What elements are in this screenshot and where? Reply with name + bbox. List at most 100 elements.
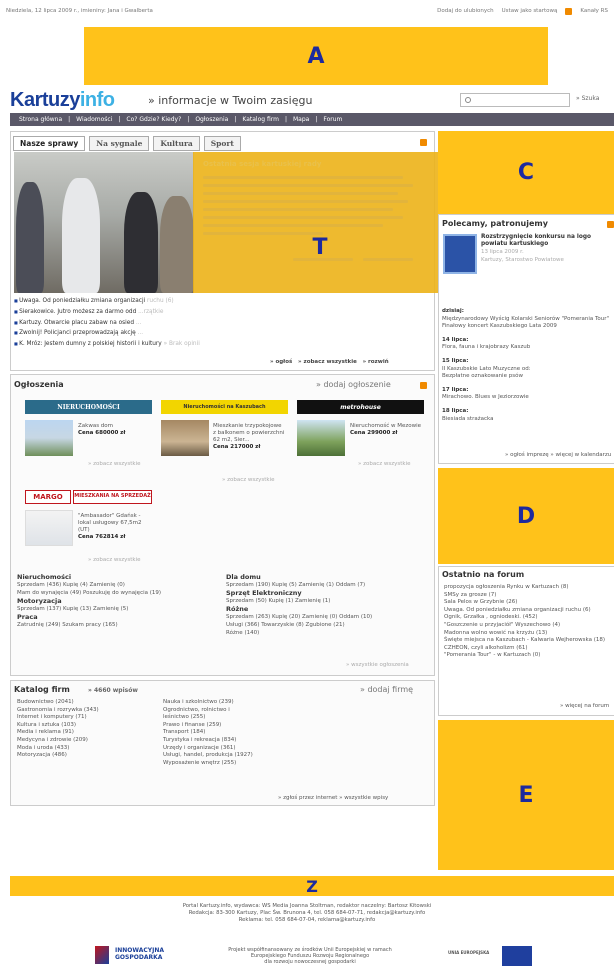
news-rss-icon[interactable] bbox=[420, 139, 427, 146]
list-item[interactable]: Sierakowice. Jutro możesz za darmo odd .… bbox=[14, 307, 200, 318]
banner-metrohouse[interactable]: metrohouse bbox=[297, 400, 424, 414]
category-line[interactable]: Sprzedam (50) Kupię (1) Zamienię (1) bbox=[226, 597, 431, 605]
tab-nasze-sprawy[interactable]: Nasze sprawy bbox=[13, 136, 86, 151]
banner-margo[interactable]: MARGO bbox=[25, 490, 71, 504]
category-heading[interactable]: Motoryzacja bbox=[17, 597, 217, 605]
ogloszenia-rss-icon[interactable] bbox=[420, 382, 427, 389]
ad-item[interactable]: "Ambasador" Gdańsk - lokal usługowy 67,5… bbox=[78, 513, 150, 541]
search-input[interactable] bbox=[460, 93, 570, 107]
category-heading[interactable]: Nieruchomości bbox=[17, 573, 217, 581]
polecamy-featured[interactable]: Rozstrzygnięcie konkursu na logo powiatu… bbox=[481, 234, 613, 264]
forum-item[interactable]: Uwaga. Od poniedziałku zmiana organizacj… bbox=[444, 607, 612, 615]
tab-sport[interactable]: Sport bbox=[203, 136, 241, 151]
ad-see-all[interactable]: » zobacz wszystkie bbox=[88, 557, 141, 564]
ad-placeholder-z[interactable]: Z bbox=[10, 876, 614, 896]
ad-see-all[interactable]: » zobacz wszystkie bbox=[88, 461, 141, 468]
add-favorites-link[interactable]: Dodaj do ulubionych bbox=[437, 8, 493, 14]
catalog-item[interactable]: Transport (184) bbox=[163, 729, 253, 737]
category-line[interactable]: Sprzedam (190) Kupię (5) Zamienię (1) Od… bbox=[226, 581, 431, 589]
forum-item[interactable]: Ognik, Grzałka , ogniodeski. (452) bbox=[444, 614, 612, 622]
catalog-item[interactable]: Medycyna i zdrowie (209) bbox=[17, 737, 99, 745]
catalog-item[interactable]: Internet i komputery (71) bbox=[17, 714, 99, 722]
see-all-link[interactable]: » zobacz wszystkie bbox=[298, 359, 357, 365]
nav-catalog[interactable]: Katalog firm bbox=[239, 116, 282, 123]
ad-thumbnail[interactable] bbox=[25, 510, 73, 546]
list-item[interactable]: Uwaga. Od poniedziałku zmiana organizacj… bbox=[14, 296, 200, 307]
add-ad-link[interactable]: » dodaj ogłoszenie bbox=[316, 380, 391, 389]
catalog-item[interactable]: Gastronomia i rozrywka (343) bbox=[17, 707, 99, 715]
list-item[interactable]: Zwolnij! Policjanci przeprowadzają akcję… bbox=[14, 328, 200, 339]
rss-link[interactable]: Kanały RS bbox=[580, 8, 608, 14]
polecamy-rss-icon[interactable] bbox=[607, 221, 614, 228]
catalog-item[interactable]: Motoryzacja (486) bbox=[17, 752, 99, 760]
event-item[interactable]: Bezpłatne oznakowanie psów bbox=[442, 373, 612, 381]
tab-na-sygnale[interactable]: Na sygnale bbox=[89, 136, 150, 151]
forum-item[interactable]: propozycja ogłoszenia Rynku w Kartuzach … bbox=[444, 584, 612, 592]
catalog-item[interactable]: Urzędy i organizacje (361) bbox=[163, 745, 253, 753]
category-heading[interactable]: Sprzęt Elektroniczny bbox=[226, 589, 431, 597]
catalog-item[interactable]: Nauka i szkolnictwo (239) bbox=[163, 699, 253, 707]
polecamy-links[interactable]: » ogłoś imprezę » więcej w kalendarzu bbox=[505, 452, 611, 460]
catalog-item[interactable]: Kultura i sztuka (103) bbox=[17, 722, 99, 730]
catalog-item[interactable]: Budownictwo (2041) bbox=[17, 699, 99, 707]
ad-placeholder-c[interactable]: C bbox=[438, 131, 614, 214]
forum-item[interactable]: CZHEON, czyli alkoholizm (61) bbox=[444, 645, 612, 653]
ad-placeholder-e[interactable]: E bbox=[438, 720, 614, 870]
rss-icon[interactable] bbox=[565, 7, 573, 15]
category-line[interactable]: Różne (140) bbox=[226, 629, 431, 637]
catalog-item[interactable]: leśnictwo (255) bbox=[163, 714, 253, 722]
category-line[interactable]: Sprzedam (436) Kupię (4) Zamienię (0) bbox=[17, 581, 217, 589]
category-line[interactable]: Sprzedam (137) Kupię (13) Zamienię (5) bbox=[17, 605, 217, 613]
ad-thumbnail[interactable] bbox=[25, 420, 73, 456]
list-item[interactable]: Kartuzy. Otwarcie placu zabaw na osied .… bbox=[14, 318, 200, 329]
ad-placeholder-d[interactable]: D bbox=[438, 468, 614, 564]
nav-forum[interactable]: Forum bbox=[320, 116, 345, 123]
ad-see-all[interactable]: » zobacz wszystkie bbox=[358, 461, 411, 468]
category-line[interactable]: Sprzedam (263) Kupię (20) Zamienię (0) O… bbox=[226, 613, 431, 621]
all-ads-link[interactable]: » wszystkie ogłoszenia bbox=[346, 662, 409, 669]
catalog-item[interactable]: Prawo i finanse (259) bbox=[163, 722, 253, 730]
category-line[interactable]: Usługi (366) Towarzyskie (8) Zgubione (2… bbox=[226, 621, 431, 629]
add-company-link[interactable]: » dodaj firmę bbox=[360, 685, 413, 694]
banner-mieszkania[interactable]: MIESZKANIA NA SPRZEDAŻ bbox=[73, 490, 152, 504]
tab-kultura[interactable]: Kultura bbox=[153, 136, 200, 151]
event-item[interactable]: Międzynarodowy Wyścig Kolarski Seniorów … bbox=[442, 316, 612, 324]
nav-home[interactable]: Strona główna bbox=[16, 116, 65, 123]
event-item[interactable]: Mirachowo. Blues w Jeziorzowie bbox=[442, 394, 612, 402]
ad-placeholder-t[interactable]: T bbox=[305, 232, 335, 262]
category-line[interactable]: Mam do wynajęcia (49) Poszukuję do wynaj… bbox=[17, 589, 217, 597]
news-photo[interactable] bbox=[14, 152, 194, 293]
banner-nieruchomosci[interactable]: NIERUCHOMOŚCI bbox=[25, 400, 152, 414]
forum-more-link[interactable]: » więcej na forum bbox=[560, 703, 609, 711]
forum-item[interactable]: Święte miejsca na Kaszubach - Kalwaria W… bbox=[444, 637, 612, 645]
catalog-item[interactable]: Media i reklama (91) bbox=[17, 729, 99, 737]
nav-map[interactable]: Mapa bbox=[290, 116, 312, 123]
site-logo[interactable]: Kartuzyinfo bbox=[10, 89, 115, 112]
category-heading[interactable]: Różne bbox=[226, 605, 431, 613]
forum-item[interactable]: Sala Pelos w Grzybnie (26) bbox=[444, 599, 612, 607]
katalog-links[interactable]: » zgłoś przez internet » wszystkie wpisy bbox=[278, 795, 388, 803]
catalog-item[interactable]: Usługi, handel, produkcja (1927) bbox=[163, 752, 253, 760]
event-item[interactable]: Biesiada strażacka bbox=[442, 416, 612, 424]
catalog-item[interactable]: Moda i uroda (433) bbox=[17, 745, 99, 753]
catalog-item[interactable]: Turystyka i rekreacja (834) bbox=[163, 737, 253, 745]
nav-news[interactable]: Wiadomości bbox=[73, 116, 115, 123]
forum-item[interactable]: "Pomerania Tour" - w Kartuzach (0) bbox=[444, 652, 612, 660]
ad-item[interactable]: Mieszkanie trzypokojowe z balkonem o pow… bbox=[213, 423, 285, 451]
category-heading[interactable]: Dla domu bbox=[226, 573, 431, 581]
ad-item[interactable]: Nieruchomość w Mezowie Cena 299000 zł bbox=[350, 423, 422, 437]
list-item[interactable]: K. Mróz: Jestem dumny z polskiej histori… bbox=[14, 339, 200, 350]
ad-placeholder-a[interactable]: A bbox=[84, 27, 548, 85]
set-homepage-link[interactable]: Ustaw jako startową bbox=[502, 8, 558, 14]
event-item[interactable]: Finałowy koncert Kaszubskiego Lata 2009 bbox=[442, 323, 612, 331]
news-overlay[interactable]: Ostatnia sesja kartuskiej rady bbox=[193, 152, 439, 293]
search-button[interactable]: » Szuka bbox=[576, 95, 599, 102]
ad-item[interactable]: Zakwas dom Cena 680000 zł bbox=[78, 423, 125, 437]
nav-events[interactable]: Co? Gdzie? Kiedy? bbox=[123, 116, 184, 123]
ad-see-all[interactable]: » zobacz wszystkie bbox=[222, 477, 275, 484]
nav-ads[interactable]: Ogłoszenia bbox=[192, 116, 231, 123]
category-line[interactable]: Zatrudnię (249) Szukam pracy (165) bbox=[17, 621, 217, 629]
catalog-item[interactable]: Wyposażenie wnętrz (255) bbox=[163, 760, 253, 768]
ad-thumbnail[interactable] bbox=[161, 420, 209, 456]
forum-item[interactable]: "Goszczenie u przyjaciół" Wyszechowo (4) bbox=[444, 622, 612, 630]
